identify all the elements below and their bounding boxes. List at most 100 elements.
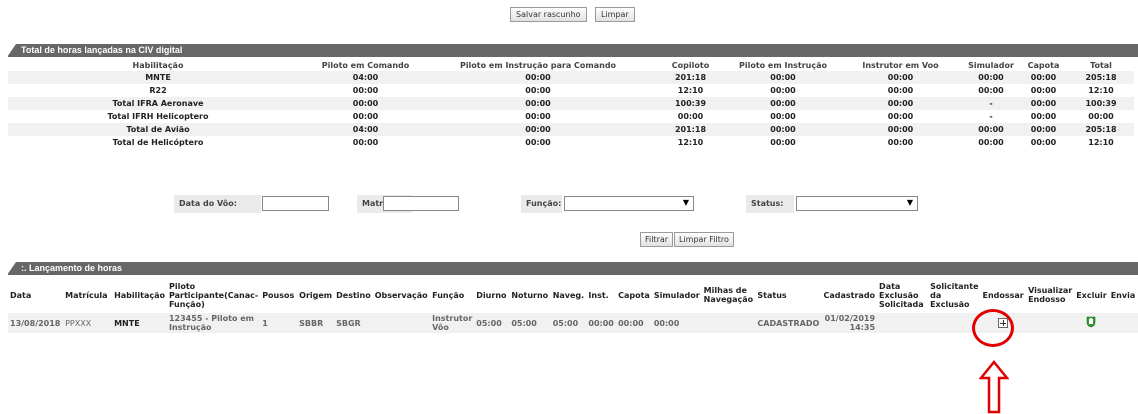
cell: 00:00 xyxy=(308,110,423,123)
cell: 00:00 xyxy=(838,97,963,110)
cell-registered: 01/02/2019 14:35 xyxy=(821,313,878,333)
col-header: Total xyxy=(1068,59,1134,71)
col-header: Visualizar Endosso xyxy=(1028,286,1073,304)
cell: 100:39 xyxy=(1068,97,1134,110)
cell: 00:00 xyxy=(838,84,963,97)
cell: 00:00 xyxy=(423,71,653,84)
cell: 00:00 xyxy=(308,136,423,149)
col-header: Data Exclusão Solicitada xyxy=(879,281,924,309)
col-header: Piloto em Comando xyxy=(308,59,423,71)
cell: 00:00 xyxy=(423,136,653,149)
cell: Total IFRH Helicoptero xyxy=(8,110,308,123)
cell: 04:00 xyxy=(308,123,423,136)
cell: 205:18 xyxy=(1068,71,1134,84)
save-draft-button[interactable]: Salvar rascunho xyxy=(510,7,587,22)
cell: - xyxy=(963,97,1019,110)
cell-simulator: 00:00 xyxy=(651,313,702,333)
trash-shield-icon[interactable] xyxy=(1085,316,1097,330)
col-header: Simulador xyxy=(653,290,700,300)
cell: 00:00 xyxy=(423,123,653,136)
summary-row: R22 00:00 00:00 12:10 00:00 00:00 00:00 00:00 12… xyxy=(8,84,1134,97)
cell: 04:00 xyxy=(308,71,423,84)
col-header: Destino xyxy=(336,290,371,300)
cell: 00:00 xyxy=(838,123,963,136)
col-header: Piloto em Instrução xyxy=(728,59,838,71)
entries-section-header: :. Lançamento de horas xyxy=(7,262,1138,275)
cell: Total de Avião xyxy=(8,123,308,136)
cell: 00:00 xyxy=(963,123,1019,136)
cell-hood: 00:00 xyxy=(616,313,652,333)
cell: - xyxy=(963,110,1019,123)
status-filter-select[interactable]: ▼ xyxy=(796,196,918,211)
cell: 12:10 xyxy=(653,136,728,149)
cell: 201:18 xyxy=(653,123,728,136)
cell-night: 05:00 xyxy=(509,313,551,333)
cell: 00:00 xyxy=(838,71,963,84)
col-header: Noturno xyxy=(511,290,549,300)
summary-row: Total de Helicóptero 00:00 00:00 12:10 00:00… xyxy=(8,136,1134,149)
col-header: Habilitação xyxy=(114,290,165,300)
summary-section-header: Total de horas lançadas na CIV digital xyxy=(7,44,1138,57)
cell: R22 xyxy=(8,84,308,97)
summary-row: Total de Avião 04:00 00:00 201:18 00:00 00:00… xyxy=(8,123,1134,136)
date-filter-input[interactable] xyxy=(262,196,329,211)
col-header: Inst. xyxy=(588,290,609,300)
cell-destination: SBGR xyxy=(334,313,373,333)
col-header: Matrícula xyxy=(65,290,108,300)
cell-miles xyxy=(701,313,756,333)
cell: 00:00 xyxy=(653,110,728,123)
table-row: 13/08/2018 PPXXX MNTE 123455 - Piloto em… xyxy=(8,313,1138,333)
function-filter-select[interactable]: ▼ xyxy=(564,196,694,211)
cell-landings: 1 xyxy=(260,313,298,333)
cell: 12:10 xyxy=(1068,84,1134,97)
clear-filter-button[interactable]: Limpar Filtro xyxy=(674,232,734,247)
cell: MNTE xyxy=(8,71,308,84)
cell: 00:00 xyxy=(1019,123,1068,136)
cell-inst: 00:00 xyxy=(586,313,617,333)
cell-function: Instrutor Vôo xyxy=(430,313,475,333)
cell: 00:00 xyxy=(838,110,963,123)
cell: 00:00 xyxy=(308,97,423,110)
cell-plate: PPXXX xyxy=(63,313,113,333)
col-header: Capota xyxy=(618,290,650,300)
cell: 00:00 xyxy=(728,123,838,136)
cell: Total IFRA Aeronave xyxy=(8,97,308,110)
cell-notes xyxy=(372,313,431,333)
col-header: Data xyxy=(10,290,32,300)
cell: 00:00 xyxy=(1019,84,1068,97)
summary-title: Total de horas lançadas na CIV digital xyxy=(21,45,183,55)
cell-pilot: 123455 - Piloto em Instrução xyxy=(166,313,261,333)
cell: 12:10 xyxy=(653,84,728,97)
col-header: Naveg. xyxy=(552,290,585,300)
cell: 00:00 xyxy=(963,136,1019,149)
cell: 00:00 xyxy=(728,97,838,110)
col-header: Instrutor em Voo xyxy=(838,59,963,71)
cell: Total de Helicóptero xyxy=(8,136,308,149)
col-header: Piloto Participante(Canac-Função) xyxy=(168,281,259,309)
col-header: Excluir xyxy=(1076,290,1107,300)
cell: 00:00 xyxy=(728,136,838,149)
clear-button[interactable]: Limpar xyxy=(595,7,635,22)
cell-view-endorsement xyxy=(1026,313,1075,333)
cell: 12:10 xyxy=(1068,136,1134,149)
col-header: Endossar xyxy=(982,290,1024,300)
summary-row: Total IFRA Aeronave 00:00 00:00 100:39 00:00… xyxy=(8,97,1134,110)
cell: 00:00 xyxy=(308,84,423,97)
cell-deletion-date xyxy=(877,313,929,333)
cell-delete xyxy=(1074,313,1109,333)
top-toolbar: Salvar rascunho Limpar xyxy=(0,0,1138,22)
plate-filter-input[interactable] xyxy=(383,196,459,211)
col-header: Pousos xyxy=(262,290,295,300)
cell: 00:00 xyxy=(423,97,653,110)
cell-rating: MNTE xyxy=(112,313,167,333)
col-header: Copiloto xyxy=(653,59,728,71)
cell: 00:00 xyxy=(1019,71,1068,84)
col-header: Envia xyxy=(1110,290,1136,300)
cell: 00:00 xyxy=(1019,97,1068,110)
col-header: Habilitação xyxy=(8,59,308,71)
filter-button[interactable]: Filtrar xyxy=(640,232,674,247)
cell: 00:00 xyxy=(423,84,653,97)
date-filter-label: Data do Vôo: xyxy=(174,195,261,213)
cell: 205:18 xyxy=(1068,123,1134,136)
summary-row: Total IFRH Helicoptero 00:00 00:00 00:00 00:… xyxy=(8,110,1134,123)
